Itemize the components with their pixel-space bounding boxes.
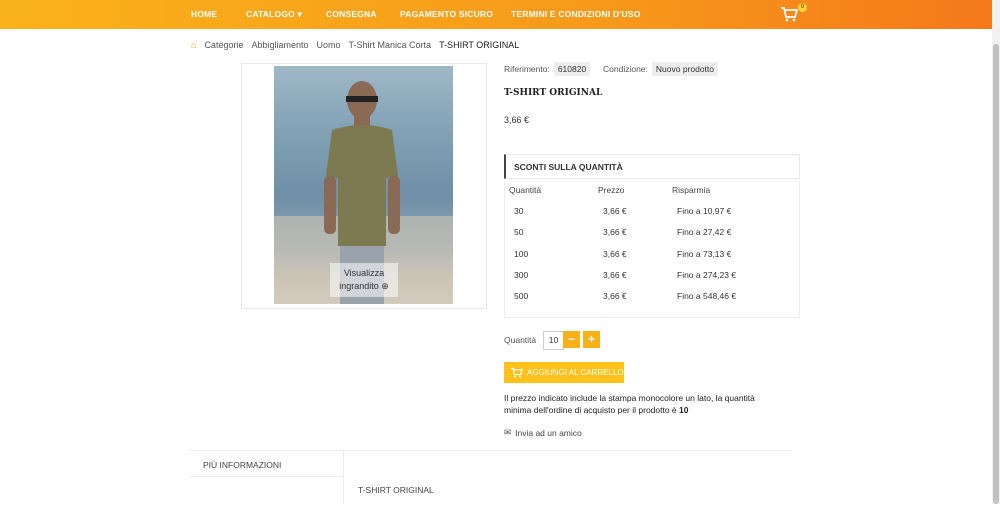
discount-table-header: SCONTI SULLA QUANTITÀ (504, 154, 800, 179)
add-to-cart-button[interactable]: AGGIUNGI AL CARRELLO (504, 362, 624, 383)
discount-table (504, 181, 800, 318)
nav-termini[interactable]: TERMINI E CONDIZIONI D'USO (511, 9, 641, 19)
home-icon[interactable]: ⌂ (191, 40, 196, 50)
add-to-cart-label: AGGIUNGI AL CARRELLO (527, 368, 624, 377)
discount-qty: 500 (514, 291, 529, 301)
reference-row: Riferimento: 610820 (504, 62, 591, 76)
zoom-label-1: Visualizza (343, 268, 385, 278)
discount-savings: Fino a 10,97 € (677, 206, 732, 216)
zoom-label-2: ingrandito ⊕ (339, 281, 389, 291)
column-header-price: Prezzo (598, 185, 625, 195)
cart-count-badge: 0 (798, 3, 807, 12)
discount-qty: 100 (514, 249, 529, 259)
discount-savings: Fino a 548,46 € (677, 291, 737, 301)
nav-catalogo[interactable]: CATALOGO ▾ (246, 9, 302, 20)
column-header-quantity: Quantità (509, 185, 542, 195)
discount-qty: 30 (514, 206, 524, 216)
breadcrumb-item[interactable]: T-Shirt Manica Corta (349, 40, 432, 50)
discount-qty: 300 (514, 270, 529, 280)
tab-content-title: T-SHIRT ORIGINAL (358, 485, 434, 495)
discount-savings: Fino a 27,42 € (677, 227, 732, 237)
discount-price: 3,66 € (603, 270, 627, 280)
breadcrumb-current: T-SHIRT ORIGINAL (439, 40, 520, 50)
tab-list (190, 450, 344, 504)
product-title: T-SHIRT ORIGINAL (504, 88, 603, 98)
minimum-order-note: Il prezzo indicato include la stampa mon… (504, 393, 755, 415)
quantity-label: Quantità (504, 335, 537, 345)
quantity-decrease-button[interactable]: − (563, 331, 580, 348)
discount-savings: Fino a 73,13 € (677, 249, 732, 259)
discount-qty: 50 (514, 227, 524, 237)
discount-savings: Fino a 274,23 € (677, 270, 737, 280)
cart-icon[interactable] (780, 6, 798, 22)
nav-consegna[interactable]: CONSEGNA (326, 9, 377, 19)
scrollbar-thumb[interactable] (993, 44, 999, 504)
quantity-increase-button[interactable]: + (583, 331, 600, 348)
product-price: 3,66 € (504, 115, 530, 125)
envelope-icon: ✉ (504, 427, 512, 437)
top-navigation-bar (0, 0, 992, 29)
zoom-button[interactable]: Visualizza ingrandito ⊕ (330, 263, 398, 297)
discount-price: 3,66 € (603, 249, 627, 259)
nav-home[interactable]: HOME (191, 9, 217, 19)
nav-pagamento-sicuro[interactable]: PAGAMENTO SICURO (400, 9, 493, 19)
discount-price: 3,66 € (603, 291, 627, 301)
discount-price: 3,66 € (603, 206, 627, 216)
breadcrumb-item[interactable]: Uomo (317, 40, 341, 50)
condition-row: Condizione: Nuovo prodotto (603, 62, 719, 76)
discount-price: 3,66 € (603, 227, 627, 237)
reference-value: 610820 (553, 62, 591, 76)
cart-icon (511, 367, 523, 378)
tab-more-info[interactable]: PIÙ INFORMAZIONI (203, 460, 281, 470)
condition-value: Nuovo prodotto (651, 62, 719, 76)
column-header-savings: Risparmia (672, 185, 711, 195)
tab-divider (190, 476, 343, 477)
minimum-quantity: 10 (679, 404, 689, 415)
breadcrumb-item[interactable]: Categorie (204, 40, 243, 50)
zoom-icon: ⊕ (381, 281, 389, 291)
breadcrumb-item[interactable]: Abbigliamento (251, 40, 308, 50)
quantity-input[interactable]: 10 (543, 331, 564, 350)
send-to-friend-link[interactable]: ✉ Invia ad un amico (504, 427, 582, 438)
breadcrumb: ⌂ Categorie Abbigliamento Uomo T-Shirt M… (191, 40, 527, 50)
